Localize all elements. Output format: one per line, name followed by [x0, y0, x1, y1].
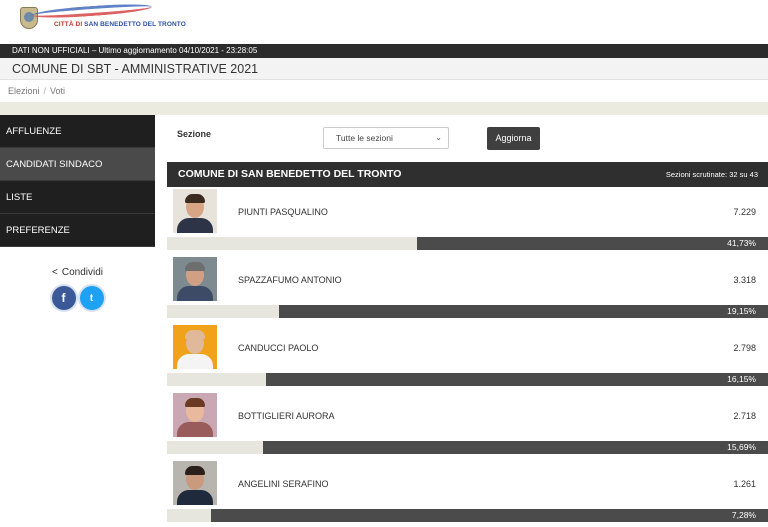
coat-of-arms-icon: [14, 4, 44, 34]
candidate-name: CANDUCCI PAOLO: [238, 343, 319, 353]
candidate-photo: [173, 257, 217, 301]
candidate-photo: [173, 461, 217, 505]
chevron-down-icon: ⌄: [435, 133, 442, 142]
section-select-value: Tutte le sezioni: [336, 133, 393, 143]
candidate-row: PIUNTI PASQUALINO 7.229 41,73%: [167, 187, 768, 255]
candidate-photo: [173, 393, 217, 437]
candidate-name: BOTTIGLIERI AURORA: [238, 411, 335, 421]
candidate-name: SPAZZAFUMO ANTONIO: [238, 275, 342, 285]
candidate-votes: 2.718: [733, 411, 756, 421]
share-button[interactable]: < Condividi: [0, 267, 155, 278]
candidate-photo: [173, 189, 217, 233]
candidate-percent-bar: 19,15%: [167, 305, 768, 318]
logo-city-name: SAN BENEDETTO DEL TRONTO: [84, 21, 186, 28]
results-panel: Sezione Tutte le sezioni ⌄ Aggiorna COMU…: [167, 115, 768, 527]
candidate-percent-bar: 16,15%: [167, 373, 768, 386]
decorative-stripe: [0, 102, 768, 115]
breadcrumb-separator: /: [43, 86, 47, 96]
candidate-row: SPAZZAFUMO ANTONIO 3.318 19,15%: [167, 255, 768, 323]
section-select[interactable]: Tutte le sezioni ⌄: [323, 127, 449, 149]
candidate-percent: 19,15%: [727, 306, 756, 316]
share-icon: <: [52, 267, 58, 278]
twitter-icon[interactable]: t: [79, 286, 104, 310]
candidate-percent-fill: [417, 237, 768, 250]
section-label: Sezione: [177, 129, 212, 139]
candidate-name: PIUNTI PASQUALINO: [238, 207, 328, 217]
candidate-photo: [173, 325, 217, 369]
logo-city-prefix: CITTÀ DI: [54, 21, 83, 28]
candidate-votes: 2.798: [733, 343, 756, 353]
candidate-row: BOTTIGLIERI AURORA 2.718 15,69%: [167, 391, 768, 459]
sidebar: AFFLUENZE CANDIDATI SINDACO LISTE PREFER…: [0, 115, 155, 310]
candidate-percent-bar: 41,73%: [167, 237, 768, 250]
share-label: Condividi: [61, 267, 103, 278]
breadcrumb-elezioni[interactable]: Elezioni: [8, 86, 40, 96]
candidate-percent: 41,73%: [727, 238, 756, 248]
candidate-percent-fill: [266, 373, 768, 386]
sidebar-item-liste[interactable]: LISTE: [0, 181, 155, 214]
logo-text: CITTÀ DI SAN BENEDETTO DEL TRONTO: [54, 21, 186, 28]
section-filter: Sezione Tutte le sezioni ⌄ Aggiorna: [167, 115, 768, 160]
flag-ribbon-icon: [31, 1, 153, 21]
breadcrumb: Elezioni / Voti: [0, 80, 768, 102]
social-buttons: f t: [0, 286, 155, 310]
sidebar-item-candidati-sindaco[interactable]: CANDIDATI SINDACO: [0, 148, 155, 181]
candidate-row: CANDUCCI PAOLO 2.798 16,15%: [167, 323, 768, 391]
candidate-percent-bar: 7,28%: [167, 509, 768, 522]
sidebar-item-preferenze[interactable]: PREFERENZE: [0, 214, 155, 247]
candidate-votes: 1.261: [733, 479, 756, 489]
update-button[interactable]: Aggiorna: [487, 127, 540, 150]
candidate-votes: 3.318: [733, 275, 756, 285]
header-logo-bar: CITTÀ DI SAN BENEDETTO DEL TRONTO: [0, 0, 768, 44]
candidate-name: ANGELINI SERAFINO: [238, 479, 329, 489]
breadcrumb-voti: Voti: [50, 86, 66, 96]
candidate-percent-bar: 15,69%: [167, 441, 768, 454]
candidate-percent: 15,69%: [727, 442, 756, 452]
results-title: COMUNE DI SAN BENEDETTO DEL TRONTO: [178, 168, 402, 180]
sidebar-item-affluenze[interactable]: AFFLUENZE: [0, 115, 155, 148]
city-logo[interactable]: CITTÀ DI SAN BENEDETTO DEL TRONTO: [14, 1, 186, 36]
results-header: COMUNE DI SAN BENEDETTO DEL TRONTO Sezio…: [167, 162, 768, 187]
page-title: COMUNE DI SBT - AMMINISTRATIVE 2021: [0, 58, 768, 80]
candidate-percent: 7,28%: [731, 510, 756, 520]
candidate-percent-fill: [211, 509, 768, 522]
candidate-percent: 16,15%: [727, 374, 756, 384]
facebook-icon[interactable]: f: [51, 286, 76, 310]
candidate-row: ANGELINI SERAFINO 1.261 7,28%: [167, 459, 768, 527]
share-section: < Condividi f t: [0, 267, 155, 310]
candidate-percent-fill: [262, 441, 768, 454]
candidate-votes: 7.229: [733, 207, 756, 217]
update-status-bar: DATI NON UFFICIALI – Ultimo aggiornament…: [0, 44, 768, 58]
candidate-percent-fill: [279, 305, 768, 318]
sections-counted: Sezioni scrutinate: 32 su 43: [665, 170, 758, 179]
